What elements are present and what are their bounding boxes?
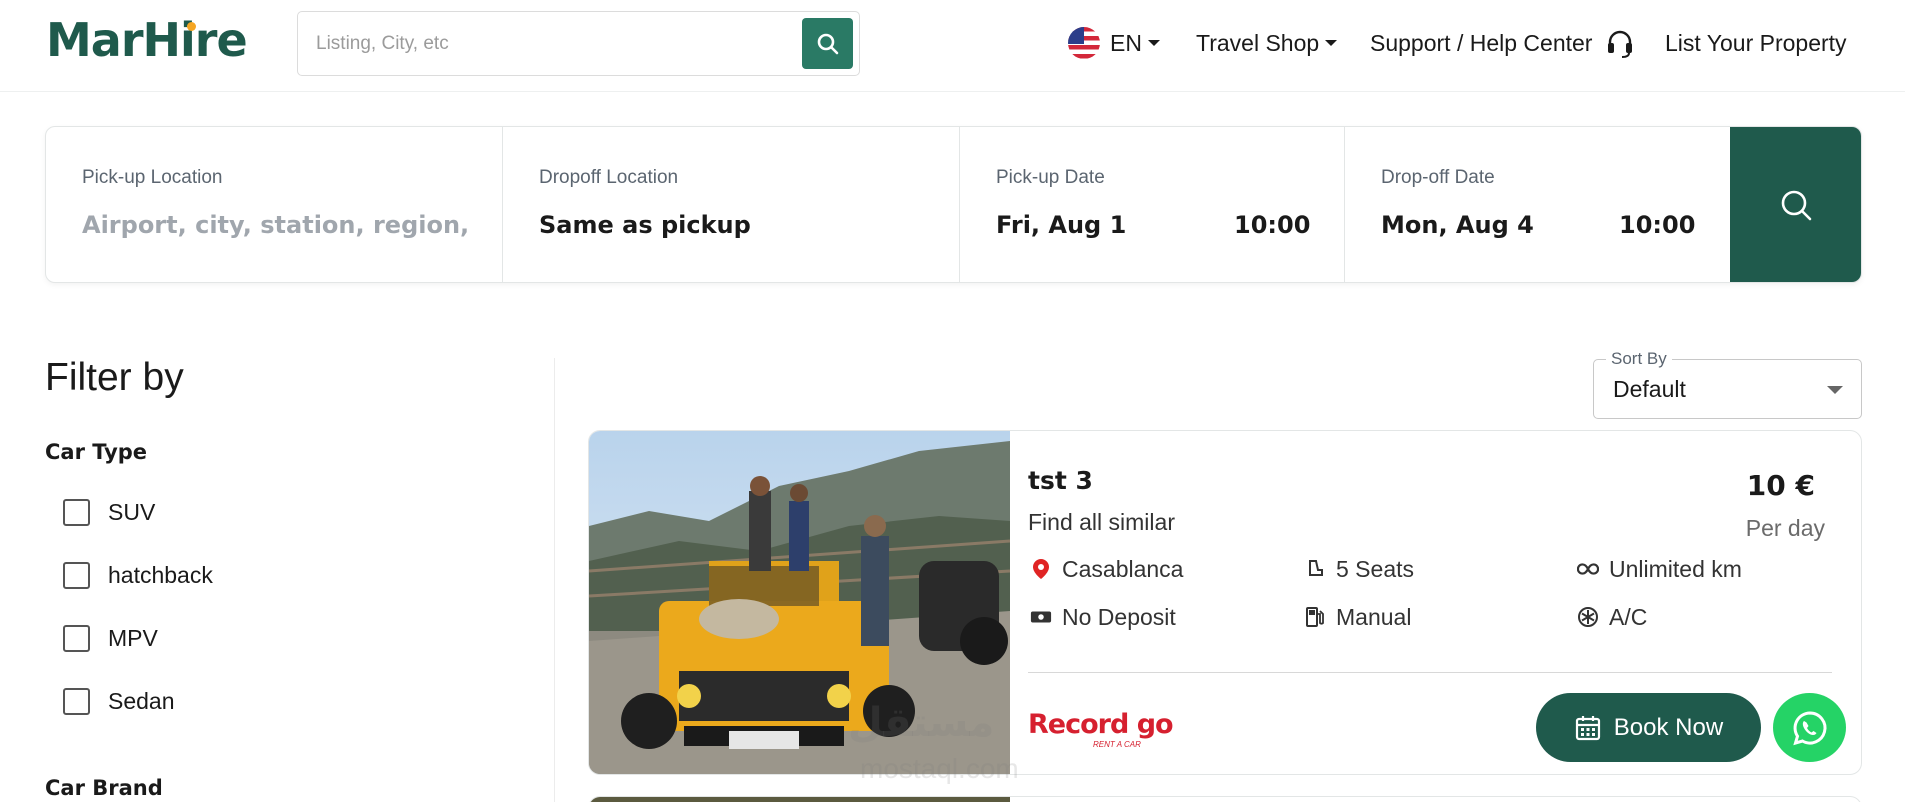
feature-location: Casablanca <box>1030 554 1183 584</box>
feature-deposit: No Deposit <box>1030 602 1176 632</box>
logo-dot <box>187 22 196 31</box>
supplier-logo: Record go <box>1028 709 1174 740</box>
price-unit: Per day <box>1745 515 1825 541</box>
site-header: MarHire EN Travel Shop Support / Help Ce… <box>0 0 1905 92</box>
filter-option-label: SUV <box>108 498 156 525</box>
filter-option-hatchback[interactable]: hatchback <box>63 560 213 590</box>
watermark-domain: mostaql.com <box>860 753 1019 784</box>
pickup-time-value[interactable]: 10:00 <box>1234 211 1310 239</box>
dropoff-location-label: Dropoff Location <box>539 167 679 188</box>
pickup-date-field[interactable]: Pick-up Date Fri, Aug 1 10:00 <box>960 127 1345 282</box>
money-icon <box>1030 606 1052 628</box>
travel-shop-menu[interactable]: Travel Shop <box>1196 28 1338 58</box>
watermark-arabic: مستقل <box>848 701 995 745</box>
card-divider <box>1028 672 1832 673</box>
dropoff-date-label: Drop-off Date <box>1381 167 1495 188</box>
list-property-link[interactable]: List Your Property <box>1665 28 1847 58</box>
support-link[interactable]: Support / Help Center <box>1370 28 1636 58</box>
car-brand-title: Car Brand <box>45 776 163 800</box>
feature-seats: 5 Seats <box>1304 554 1414 584</box>
checkbox[interactable] <box>63 498 90 526</box>
pickup-date-label: Pick-up Date <box>996 167 1105 188</box>
site-search-button[interactable] <box>802 18 853 69</box>
fuel-pump-icon <box>1304 606 1326 628</box>
language-label: EN <box>1110 29 1142 56</box>
filter-option-mpv[interactable]: MPV <box>63 623 158 653</box>
checkbox[interactable] <box>63 687 90 715</box>
checkbox[interactable] <box>63 561 90 589</box>
calendar-icon <box>1575 715 1600 740</box>
feature-ac: A/C <box>1577 602 1647 632</box>
listing-card-next[interactable] <box>588 796 1862 802</box>
book-now-button[interactable]: Book Now <box>1536 693 1761 762</box>
car-type-title: Car Type <box>45 440 148 464</box>
dropoff-date-field[interactable]: Drop-off Date Mon, Aug 4 10:00 <box>1345 127 1730 282</box>
filter-divider <box>554 358 555 802</box>
travel-shop-label: Travel Shop <box>1196 29 1320 56</box>
us-flag-icon <box>1068 27 1100 59</box>
dropoff-time-value[interactable]: 10:00 <box>1619 211 1695 239</box>
chevron-down-icon <box>1147 40 1160 46</box>
dropoff-location-value: Same as pickup <box>539 211 751 239</box>
checkbox[interactable] <box>63 624 90 652</box>
filter-option-sedan[interactable]: Sedan <box>63 686 175 716</box>
map-pin-icon <box>1030 558 1052 580</box>
pickup-location-label: Pick-up Location <box>82 167 223 188</box>
feature-transmission-label: Manual <box>1336 603 1412 630</box>
sort-select[interactable]: Sort By Default <box>1593 349 1862 419</box>
filter-option-label: MPV <box>108 624 158 651</box>
site-search <box>297 11 860 76</box>
feature-ac-label: A/C <box>1609 603 1648 630</box>
site-search-input[interactable] <box>316 30 786 58</box>
headset-icon <box>1608 30 1633 58</box>
listing-name[interactable]: tst 3 <box>1028 466 1093 495</box>
dropoff-date-value: Mon, Aug 4 <box>1381 211 1534 239</box>
feature-location-label: Casablanca <box>1062 555 1184 582</box>
book-now-label: Book Now <box>1613 713 1724 741</box>
filter-option-suv[interactable]: SUV <box>63 497 155 527</box>
pickup-date-value: Fri, Aug 1 <box>996 211 1127 239</box>
support-label: Support / Help Center <box>1370 29 1593 56</box>
feature-mileage: Unlimited km <box>1577 554 1742 584</box>
whatsapp-button[interactable] <box>1773 693 1846 762</box>
feature-seats-label: 5 Seats <box>1336 555 1414 582</box>
feature-deposit-label: No Deposit <box>1062 603 1176 630</box>
pickup-location-input[interactable]: Airport, city, station, region, di <box>82 211 467 239</box>
search-icon <box>1781 190 1811 220</box>
filter-title: Filter by <box>45 356 184 399</box>
logo[interactable]: MarHire <box>46 13 248 67</box>
sort-label: Sort By <box>1606 349 1672 369</box>
chevron-down-icon <box>1325 40 1338 46</box>
whatsapp-icon <box>1792 710 1826 745</box>
infinity-icon <box>1577 558 1599 580</box>
filter-option-label: hatchback <box>108 561 213 588</box>
listing-price: 10 € <box>1746 469 1815 502</box>
car-photo <box>589 797 1010 802</box>
sort-value: Default <box>1613 376 1686 402</box>
listing-card[interactable]: tst 3 Find all similar 10 € Per day Casa… <box>588 430 1862 775</box>
booking-bar: Pick-up Location Airport, city, station,… <box>45 126 1862 283</box>
snowflake-icon <box>1577 606 1599 628</box>
list-property-label: List Your Property <box>1665 29 1847 56</box>
search-icon <box>817 33 838 54</box>
pickup-location-field[interactable]: Pick-up Location Airport, city, station,… <box>46 127 503 282</box>
seat-icon <box>1304 558 1326 580</box>
feature-transmission: Manual <box>1304 602 1411 632</box>
logo-text: MarHire <box>46 13 248 67</box>
find-similar-link[interactable]: Find all similar <box>1028 509 1175 536</box>
chevron-down-icon <box>1827 386 1843 394</box>
booking-search-button[interactable] <box>1730 127 1861 282</box>
dropoff-location-field[interactable]: Dropoff Location Same as pickup <box>503 127 960 282</box>
feature-mileage-label: Unlimited km <box>1609 555 1742 582</box>
supplier-tagline: RENT A CAR <box>1093 740 1141 749</box>
filter-option-label: Sedan <box>108 687 175 714</box>
language-selector[interactable]: EN <box>1068 27 1160 59</box>
